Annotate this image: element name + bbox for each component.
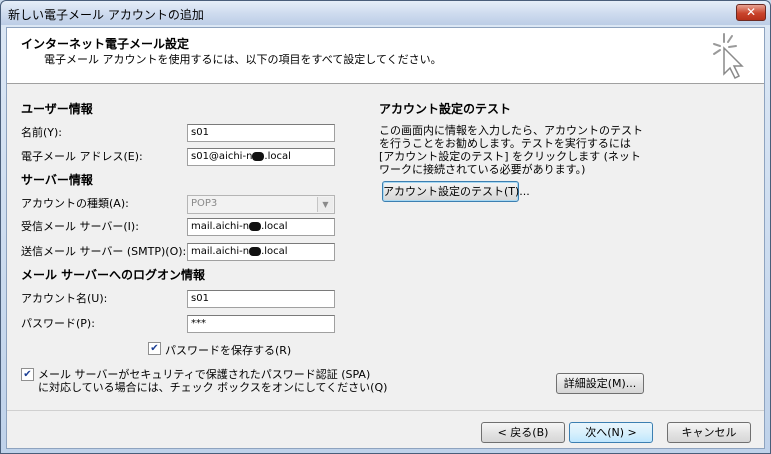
footer-divider (7, 410, 764, 411)
spa-checkbox[interactable]: ✔ (21, 368, 34, 381)
back-button[interactable]: < 戻る(B) (481, 422, 565, 443)
account-name-field[interactable]: s01 (187, 290, 335, 308)
cancel-button[interactable]: キャンセル (667, 422, 751, 443)
email-label: 電子メール アドレス(E): (21, 150, 143, 163)
name-field[interactable]: s01 (187, 124, 335, 142)
incoming-server-label: 受信メール サーバー(I): (21, 220, 139, 233)
email-prefix: s01@aichi-n (191, 151, 253, 162)
account-type-value: POP3 (191, 198, 218, 209)
cursor-sparkle-icon (713, 33, 744, 80)
incoming-prefix: mail.aichi-n (191, 221, 250, 232)
header-panel: インターネット電子メール設定 電子メール アカウントを使用するには、以下の項目を… (7, 28, 764, 84)
account-type-label: アカウントの種類(A): (21, 197, 129, 210)
user-info-heading: ユーザー情報 (21, 102, 93, 116)
save-password-checkbox[interactable]: ✔ (148, 342, 161, 355)
test-settings-description: この画面内に情報を入力したら、アカウントのテストを行うことをお勧めします。テスト… (379, 124, 643, 176)
title-bar[interactable]: 新しい電子メール アカウントの追加 ✕ (1, 1, 770, 25)
redaction-mark (249, 246, 262, 256)
logon-info-heading: メール サーバーへのログオン情報 (21, 268, 206, 282)
name-label: 名前(Y): (21, 126, 63, 139)
incoming-server-field[interactable]: mail.aichi-n .local (187, 218, 335, 236)
redaction-mark (249, 221, 262, 231)
dialog-content: インターネット電子メール設定 電子メール アカウントを使用するには、以下の項目を… (6, 27, 765, 449)
outgoing-suffix: .local (261, 246, 288, 257)
server-info-heading: サーバー情報 (21, 173, 93, 187)
more-settings-button[interactable]: 詳細設定(M)... (556, 373, 644, 394)
incoming-suffix: .local (261, 221, 288, 232)
password-label: パスワード(P): (21, 317, 95, 330)
password-field[interactable]: *** (187, 315, 335, 333)
page-title: インターネット電子メール設定 (21, 37, 190, 51)
account-name-label: アカウント名(U): (21, 292, 108, 305)
account-type-select: POP3 ▼ (187, 195, 335, 214)
page-subtitle: 電子メール アカウントを使用するには、以下の項目をすべて設定してください。 (44, 53, 442, 66)
window-title: 新しい電子メール アカウントの追加 (8, 8, 204, 22)
email-suffix: .local (264, 151, 291, 162)
dialog-window: 新しい電子メール アカウントの追加 ✕ インターネット電子メール設定 電子メール… (0, 0, 771, 454)
close-button[interactable]: ✕ (736, 4, 766, 21)
spa-label-line2: に対応している場合には、チェック ボックスをオンにしてください(Q) (38, 381, 388, 394)
outgoing-server-field[interactable]: mail.aichi-n .local (187, 243, 335, 261)
next-button[interactable]: 次へ(N) > (569, 422, 653, 443)
test-account-button[interactable]: アカウント設定のテスト(T)... (382, 181, 530, 202)
redaction-mark (252, 151, 265, 161)
email-field[interactable]: s01@aichi-n .local (187, 148, 335, 166)
outgoing-prefix: mail.aichi-n (191, 246, 250, 257)
outgoing-server-label: 送信メール サーバー (SMTP)(O): (21, 245, 187, 258)
chevron-down-icon: ▼ (317, 197, 333, 212)
save-password-label: パスワードを保存する(R) (165, 344, 292, 357)
test-settings-heading: アカウント設定のテスト (379, 102, 512, 116)
